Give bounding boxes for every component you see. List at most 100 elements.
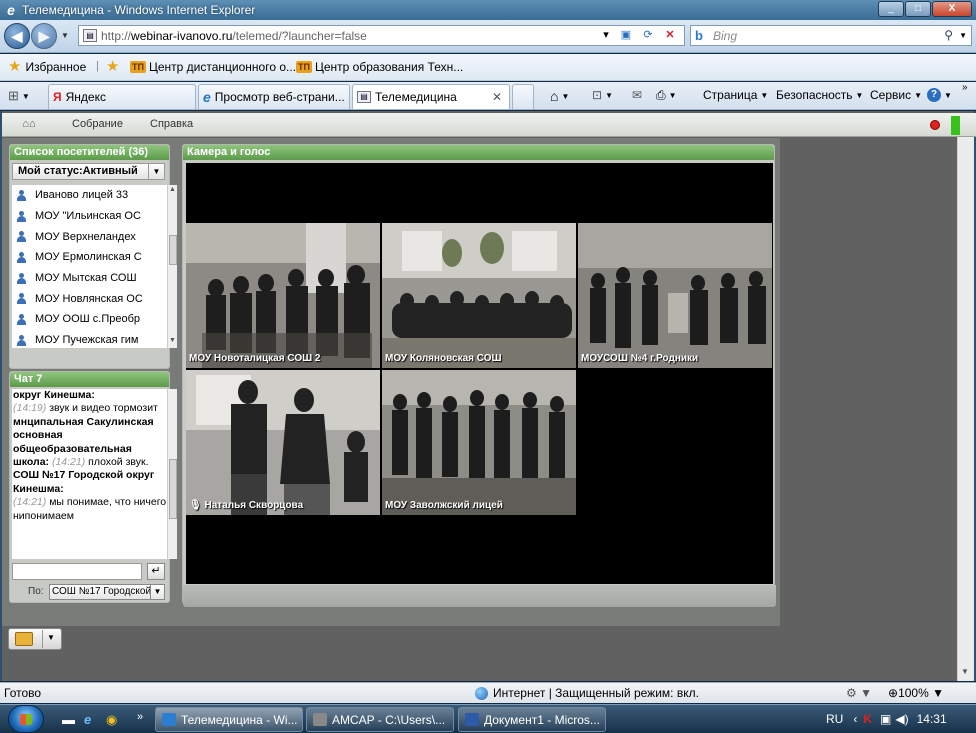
ie-icon[interactable]: e (84, 712, 91, 727)
scroll-thumb[interactable] (169, 235, 177, 265)
favorite-link-2[interactable]: TП Центр образования Техн... (296, 60, 463, 74)
search-field[interactable]: b Bing ⚲ ▼ (690, 25, 972, 46)
add-favorite-icon[interactable]: | (96, 60, 99, 72)
list-item[interactable]: МОУ Верхнеландех (12, 226, 167, 247)
start-button[interactable] (8, 705, 44, 733)
list-item[interactable]: МОУ Мытская СОШ (12, 268, 167, 289)
menu-meeting[interactable]: Собрание (72, 118, 123, 130)
add-favorite-star-icon[interactable]: ★ (106, 59, 123, 74)
tab-yandex[interactable]: Я Яндекс (48, 84, 196, 109)
recipient-select[interactable]: СОШ №17 Городской ▼ (49, 584, 165, 600)
tools-menu[interactable]: Сервис ▼ (870, 88, 922, 102)
camera-title: Камера и голос (183, 145, 774, 160)
chevron-more-icon[interactable]: » (137, 711, 143, 723)
ie-icon: e (7, 2, 15, 18)
list-item[interactable]: МОУ Ермолинская С (12, 247, 167, 268)
favorites-button[interactable]: ★ Избранное (8, 59, 86, 74)
share-icon (15, 632, 33, 646)
connection-indicator (951, 116, 960, 135)
chevron-left-icon[interactable]: ‹ (853, 712, 857, 726)
video-tile[interactable]: 🎙 Наталья Скворцова (186, 370, 380, 515)
refresh-icon[interactable]: ⟳ (639, 28, 657, 43)
back-button[interactable]: ◀ (4, 23, 30, 49)
feeds-button[interactable]: ⊡ ▼ (592, 88, 613, 102)
home-button[interactable]: ⌂ ▼ (550, 88, 569, 104)
scroll-thumb[interactable] (169, 459, 177, 519)
tab-telemed[interactable]: ▤ Телемедицина ✕ (352, 84, 510, 109)
page-icon: ▤ (357, 91, 371, 103)
list-item[interactable]: МОУ "Ильинская ОС (12, 206, 167, 227)
separator (42, 630, 43, 648)
minimize-button[interactable]: _ (878, 1, 904, 17)
list-item[interactable]: МОУ ООШ с.Преобр (12, 309, 167, 330)
task-telemed[interactable]: Телемедицина - Wi... (155, 707, 303, 732)
chat-panel: Чат 7 округ Кинешма: (14:19) звук и виде… (9, 371, 177, 603)
favorites-bar: ★ Избранное | ★ TП Центр дистанционного … (0, 54, 976, 81)
help-button[interactable]: ? ▼ (927, 88, 952, 102)
list-item[interactable]: МОУ Новлянская ОС (12, 288, 167, 309)
maximize-button[interactable]: □ (905, 1, 931, 17)
mail-button[interactable]: ✉ (632, 88, 642, 102)
url-dropdown-icon[interactable]: ▾ (597, 28, 615, 43)
chat-message: мнципальная Сакулинская основная общеобр… (13, 415, 154, 469)
list-item[interactable]: МОУ Пучежская гим (12, 330, 167, 348)
language-indicator[interactable]: RU (826, 712, 843, 726)
microphone-icon: 🎙 (189, 500, 202, 511)
safety-menu[interactable]: Безопасность ▼ (776, 88, 863, 102)
status-select[interactable]: Мой статус:Активный ▼ (12, 163, 165, 180)
chevron-down-icon[interactable]: ▼ (47, 633, 55, 642)
quick-tabs-icon[interactable]: ⊞ ▼ (8, 88, 30, 104)
volume-icon[interactable]: ◀) (895, 712, 908, 726)
clock[interactable]: 14:31 (917, 712, 947, 726)
list-item[interactable]: Иваново лицей 33 (12, 185, 167, 206)
antivirus-icon[interactable]: K (863, 712, 872, 726)
chat-scrollbar[interactable] (167, 389, 177, 559)
address-bar: ◀ ▶ ▼ ▤ http://webinar-ivanovo.ru/teleme… (0, 20, 976, 53)
history-dropdown-icon[interactable]: ▼ (61, 31, 69, 40)
favorite-link-1[interactable]: TП Центр дистанционного о... (130, 60, 296, 74)
user-icon (16, 189, 27, 201)
app-quicklaunch-icon[interactable]: ◉ (106, 712, 117, 728)
video-tile[interactable]: МОУСОШ №4 г.Родники (578, 223, 772, 368)
network-icon[interactable]: ▣ (880, 712, 891, 726)
scroll-up-icon[interactable]: ▲ (169, 186, 176, 193)
forward-button[interactable]: ▶ (31, 23, 57, 49)
print-icon: ⎙ (656, 88, 666, 102)
scroll-down-icon[interactable]: ▼ (169, 337, 176, 344)
tab-close-icon[interactable]: ✕ (492, 90, 502, 104)
protected-mode-icon[interactable]: ⚙ ▼ (846, 686, 872, 700)
tab-webview[interactable]: e Просмотр веб-страни... (198, 84, 350, 109)
share-button[interactable]: ▼ (8, 628, 62, 650)
zoom-control[interactable]: ⊕100% ▼ (888, 686, 944, 700)
search-dropdown-icon[interactable]: ▼ (959, 31, 967, 40)
scroll-down-icon[interactable]: ▼ (961, 667, 969, 676)
visitor-scrollbar[interactable]: ▲ ▼ (167, 185, 177, 348)
stop-icon[interactable]: ✕ (661, 28, 679, 43)
send-button[interactable]: ↵ (147, 563, 165, 580)
video-tile[interactable]: МОУ Заволжский лицей (382, 370, 576, 515)
task-word[interactable]: Документ1 - Micros... (458, 707, 606, 732)
app-menubar: ⌂⌂ Собрание Справка (2, 113, 976, 137)
security-zone[interactable]: Интернет | Защищенный режим: вкл. (475, 686, 699, 700)
video-tile[interactable]: МОУ Новоталицкая СОШ 2 (186, 223, 380, 368)
chat-input[interactable] (12, 563, 142, 580)
video-tile[interactable]: МОУ Коляновская СОШ (382, 223, 576, 368)
menu-help[interactable]: Справка (150, 118, 193, 130)
mail-icon: ✉ (632, 88, 643, 102)
new-tab-button[interactable] (512, 84, 534, 109)
search-icon[interactable]: ⚲ (944, 28, 953, 42)
page-menu[interactable]: Страница ▼ (703, 88, 768, 102)
camera-footer (183, 585, 776, 607)
compat-view-icon[interactable]: ▣ (617, 28, 635, 43)
chevron-down-icon[interactable]: ▼ (150, 585, 164, 599)
user-icon (16, 334, 27, 346)
show-desktop-icon[interactable]: ▬ (62, 712, 75, 727)
task-amcap[interactable]: AMCAP - C:\Users\... (306, 707, 454, 732)
chevron-more-icon[interactable]: » (962, 82, 968, 93)
page-icon: ▤ (83, 29, 97, 42)
print-button[interactable]: ⎙ ▼ (656, 88, 677, 103)
url-field[interactable]: ▤ http://webinar-ivanovo.ru/telemed/?lau… (78, 25, 685, 46)
chevron-down-icon[interactable]: ▼ (148, 164, 164, 179)
close-button[interactable]: X (932, 1, 972, 17)
page-scrollbar[interactable]: ▼ (957, 137, 974, 681)
